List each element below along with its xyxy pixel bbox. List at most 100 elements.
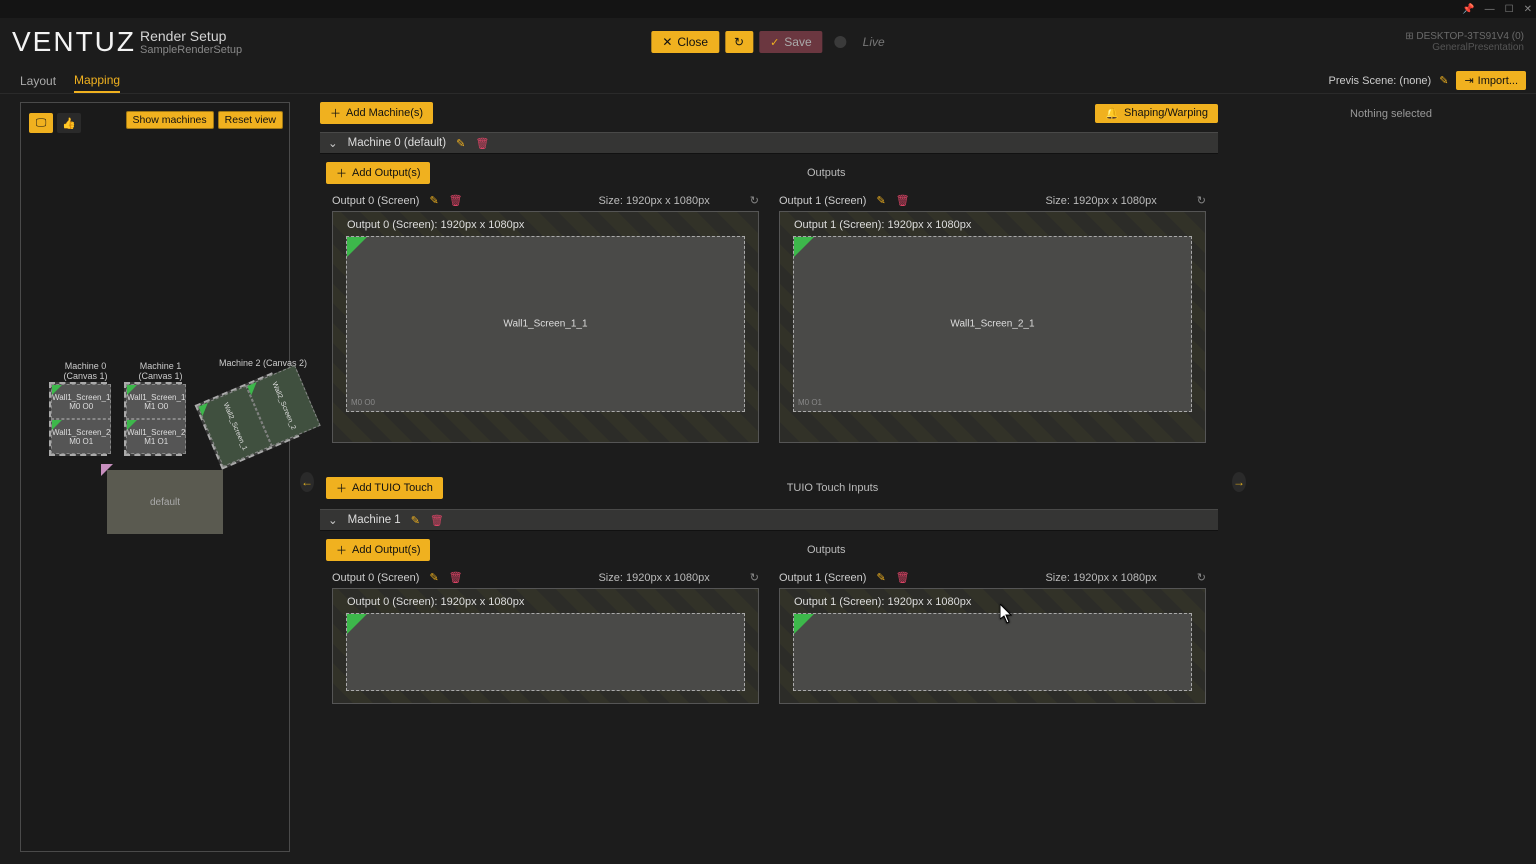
layout-preview-panel: 🖵 👍 Show machines Reset view Machine 0 (… [0,94,300,862]
window-titlebar: 📌 — ☐ ✕ [0,0,1536,18]
delete-machine-icon[interactable]: 🗑 [430,514,444,527]
delete-output-icon[interactable]: 🗑 [896,194,910,207]
machine-1-header[interactable]: ⌄ Machine 1 ✎ 🗑 [320,509,1218,531]
machines-scroll[interactable]: ＋Add Machine(s) 🔔Shaping/Warping ⌄ Machi… [310,102,1232,862]
import-label: Import... [1478,75,1518,87]
add-tuio-label: Add TUIO Touch [352,482,433,494]
previs-scene-label: Previs Scene: (none) [1329,75,1432,87]
tuio-section-title: TUIO Touch Inputs [453,482,1212,494]
delete-output-icon[interactable]: 🗑 [449,194,463,207]
output-0-1-foot: M0 O1 [798,398,822,407]
plus-icon: ＋ [336,165,347,181]
refresh-output-icon[interactable]: ↻ [1197,571,1206,584]
properties-panel: Nothing selected [1246,94,1536,862]
outputs-section-title: Outputs [440,167,1212,179]
edit-previs-icon[interactable]: ✎ [1439,74,1448,87]
preview-default-box[interactable]: default [107,470,223,534]
mapping-panel: ← ＋Add Machine(s) 🔔Shaping/Warping ⌄ Mac… [300,94,1246,862]
window-minimize-icon[interactable]: — [1485,4,1495,15]
import-button[interactable]: ⇥ Import... [1456,71,1526,90]
plus-icon: ＋ [336,480,347,496]
preview-machine-1[interactable]: Wall1_Screen_1M1 O0 Wall1_Screen_2M1 O1 [124,382,182,456]
close-x-icon: ✕ [662,35,672,49]
monitor-tool-icon[interactable]: 🖵 [29,113,53,133]
preview-m1-label: Machine 1 (Canvas 1) [124,361,197,381]
edit-output-icon[interactable]: ✎ [429,571,438,584]
chevron-down-icon[interactable]: ⌄ [328,513,338,527]
add-tuio-button-0[interactable]: ＋ Add TUIO Touch [326,477,443,499]
add-outputs-button-0[interactable]: ＋ Add Output(s) [326,162,430,184]
output-0-1-name: Output 1 (Screen) [779,195,866,207]
outputs-section-title: Outputs [440,544,1212,556]
preview-canvas[interactable]: 🖵 👍 Show machines Reset view Machine 0 (… [20,102,290,852]
output-1-1-box[interactable]: Output 1 (Screen): 1920px x 1080px [779,588,1206,704]
preview-m0-label: Machine 0 (Canvas 1) [49,361,122,381]
page-title: Render Setup [140,28,242,44]
tab-bar: Layout Mapping Previs Scene: (none) ✎ ⇥ I… [0,66,1536,94]
check-icon: ✓ [770,36,779,49]
delete-machine-icon[interactable]: 🗑 [475,137,489,150]
chevron-down-icon[interactable]: ⌄ [328,136,338,150]
desktop-id: ⊞ DESKTOP-3TS91V4 (0) [1405,31,1524,42]
live-indicator-icon[interactable] [835,36,847,48]
shaping-label: Shaping/Warping [1124,107,1208,119]
nothing-selected-label: Nothing selected [1246,108,1536,120]
save-button[interactable]: ✓ Save [759,31,823,53]
header-title-block: Render Setup SampleRenderSetup [140,28,242,56]
plus-icon: ＋ [330,105,341,121]
output-1-0-box[interactable]: Output 0 (Screen): 1920px x 1080px [332,588,759,704]
output-0-0-center: Wall1_Screen_1_1 [503,319,587,330]
preview-machine-0[interactable]: Wall1_Screen_1M0 O0 Wall1_Screen_2M0 O1 [49,382,107,456]
scroll-right-icon[interactable]: → [1232,472,1246,492]
refresh-output-icon[interactable]: ↻ [1197,194,1206,207]
machine-1-name: Machine 1 [348,514,401,526]
output-1-1-name: Output 1 (Screen) [779,572,866,584]
refresh-button[interactable]: ↻ [725,31,753,53]
save-label: Save [784,35,811,49]
edit-output-icon[interactable]: ✎ [429,194,438,207]
output-0-0-foot: M0 O0 [351,398,375,407]
output-0-1-title: Output 1 (Screen): 1920px x 1080px [794,219,971,231]
close-label: Close [677,35,708,49]
machine-0-name: Machine 0 (default) [348,137,446,149]
app-logo: VENTUZ [12,26,132,58]
presentation-name: GeneralPresentation [1405,42,1524,53]
tab-mapping[interactable]: Mapping [74,73,120,93]
delete-output-icon[interactable]: 🗑 [896,571,910,584]
output-0-1-box[interactable]: Output 1 (Screen): 1920px x 1080px Wall1… [779,211,1206,443]
output-0-1-size: Size: 1920px x 1080px [1045,195,1156,207]
add-outputs-button-1[interactable]: ＋Add Output(s) [326,539,430,561]
edit-machine-icon[interactable]: ✎ [411,514,420,527]
output-0-0-name: Output 0 (Screen) [332,195,419,207]
edit-machine-icon[interactable]: ✎ [456,137,465,150]
window-maximize-icon[interactable]: ☐ [1505,4,1514,15]
plus-icon: ＋ [336,542,347,558]
output-0-0-box[interactable]: Output 0 (Screen): 1920px x 1080px Wall1… [332,211,759,443]
edit-output-icon[interactable]: ✎ [876,194,885,207]
page-subtitle: SampleRenderSetup [140,44,242,56]
refresh-output-icon[interactable]: ↻ [750,571,759,584]
output-0-0-title: Output 0 (Screen): 1920px x 1080px [347,219,524,231]
live-label: Live [863,35,885,49]
output-1-0-title: Output 0 (Screen): 1920px x 1080px [347,596,524,608]
thumb-tool-icon[interactable]: 👍 [57,113,81,133]
add-machines-button[interactable]: ＋Add Machine(s) [320,102,433,124]
header-machine-info: ⊞ DESKTOP-3TS91V4 (0) GeneralPresentatio… [1405,31,1524,53]
import-icon: ⇥ [1464,74,1473,87]
window-close-icon[interactable]: ✕ [1524,4,1532,15]
output-1-0-name: Output 0 (Screen) [332,572,419,584]
edit-output-icon[interactable]: ✎ [876,571,885,584]
window-pin-icon[interactable]: 📌 [1462,4,1474,15]
add-outputs-label: Add Output(s) [352,167,420,179]
preview-machine-2[interactable]: Wall2_Screen_1 Wall2_Screen_2 [195,372,300,469]
show-machines-button[interactable]: Show machines [126,111,214,129]
delete-output-icon[interactable]: 🗑 [449,571,463,584]
machine-0-header[interactable]: ⌄ Machine 0 (default) ✎ 🗑 [320,132,1218,154]
refresh-output-icon[interactable]: ↻ [750,194,759,207]
app-header: VENTUZ Render Setup SampleRenderSetup ✕ C… [0,18,1536,66]
close-button[interactable]: ✕ Close [651,31,719,53]
output-0-1-center: Wall1_Screen_2_1 [950,319,1034,330]
shaping-warping-button[interactable]: 🔔Shaping/Warping [1095,104,1218,123]
reset-view-button[interactable]: Reset view [218,111,283,129]
tab-layout[interactable]: Layout [20,74,56,93]
